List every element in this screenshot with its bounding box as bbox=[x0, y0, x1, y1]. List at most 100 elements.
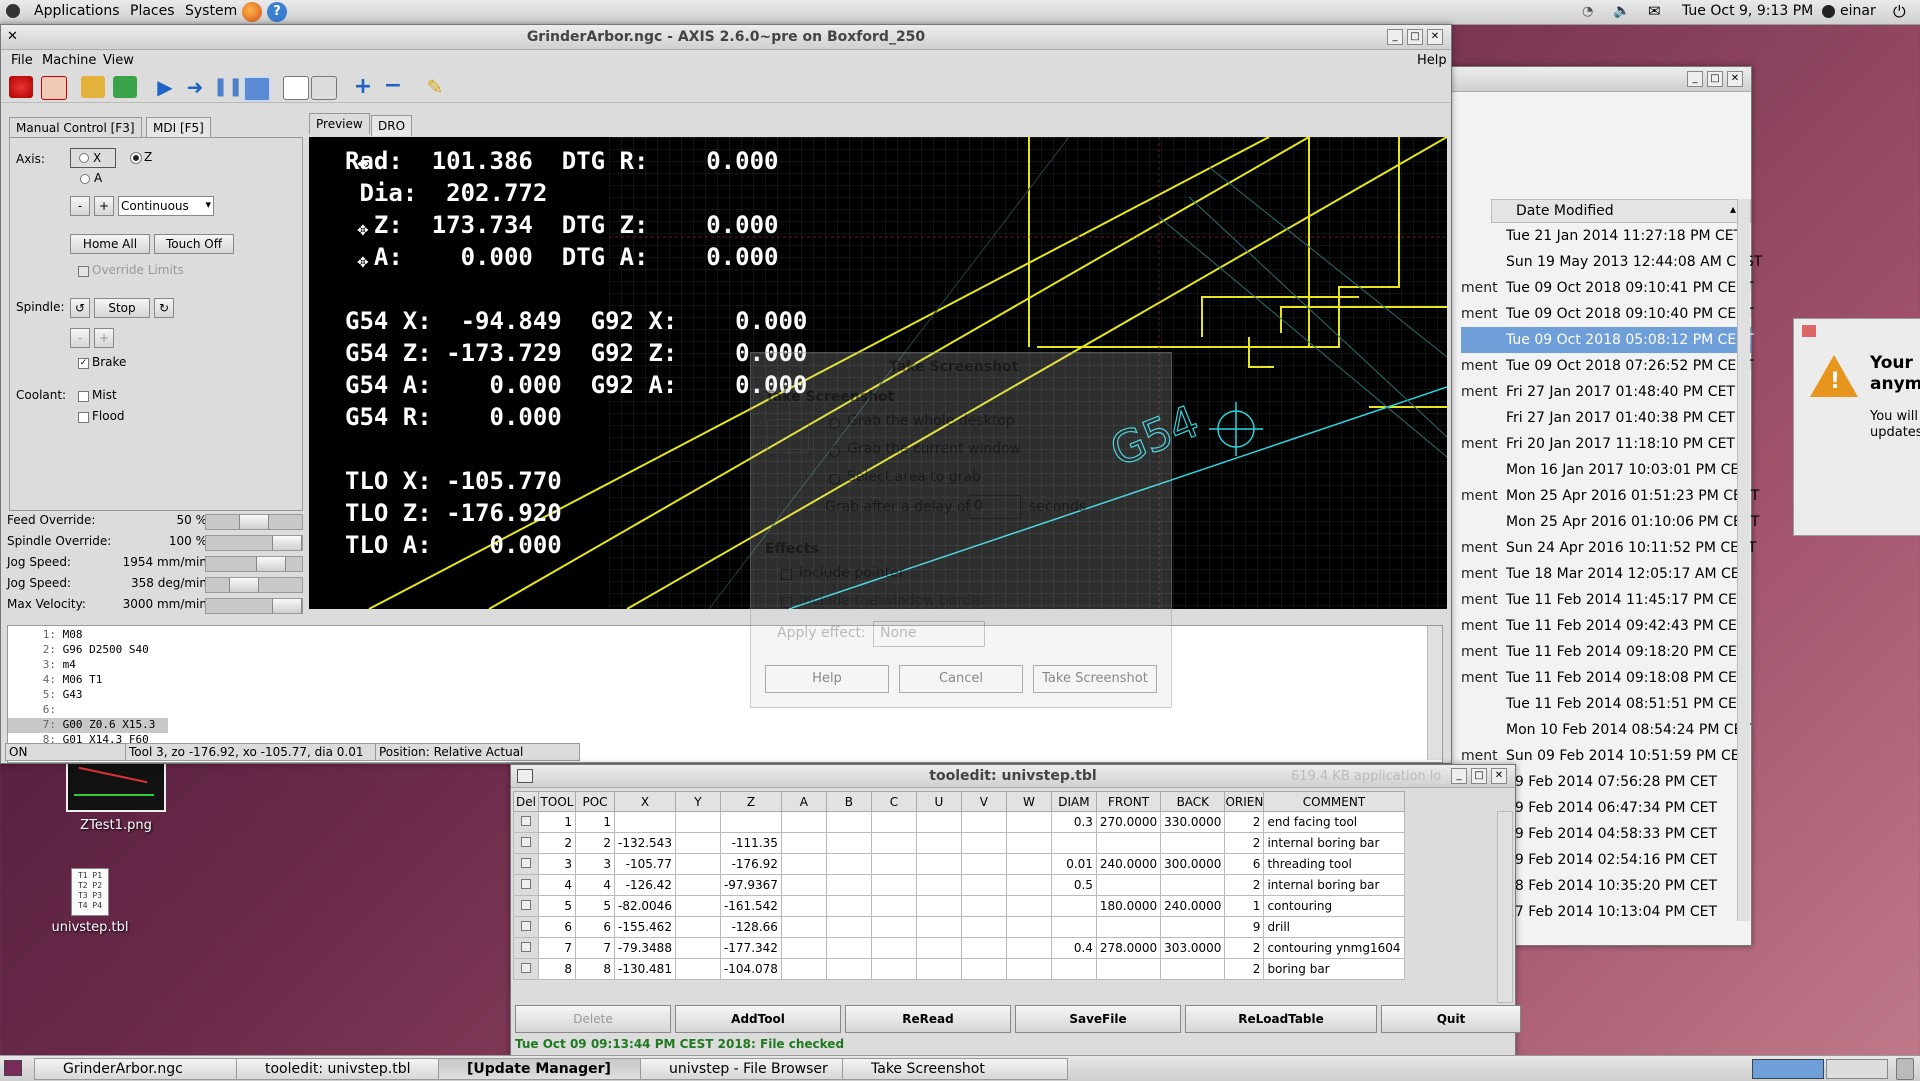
tool-cell[interactable]: -176.92 bbox=[719, 853, 782, 875]
tool-cell[interactable] bbox=[960, 832, 1007, 854]
clear-plot-icon[interactable]: ✎ bbox=[423, 76, 447, 98]
include-pointer-checkbox[interactable] bbox=[781, 569, 792, 580]
tool-cell[interactable]: 3 bbox=[575, 853, 615, 875]
axis-titlebar[interactable]: ✕ GrinderArbor.ngc - AXIS 2.6.0~pre on B… bbox=[1, 25, 1451, 50]
delete-button[interactable]: Delete bbox=[515, 1005, 671, 1033]
menu-applications[interactable]: Applications bbox=[34, 3, 120, 19]
tool-cell[interactable]: 9 bbox=[1224, 916, 1265, 938]
tool-cell[interactable] bbox=[1005, 937, 1052, 959]
slider-handle[interactable] bbox=[272, 536, 302, 550]
menu-system[interactable]: System bbox=[185, 3, 237, 19]
column-header[interactable]: Del bbox=[513, 791, 539, 812]
minimize-icon[interactable]: _ bbox=[1687, 71, 1703, 87]
column-header[interactable]: TOOL bbox=[538, 791, 576, 812]
clock[interactable]: Tue Oct 9, 9:13 PM bbox=[1682, 3, 1813, 19]
column-header[interactable]: POC bbox=[575, 791, 615, 812]
tool-cell[interactable]: 5 bbox=[538, 895, 576, 917]
tool-cell[interactable]: 0.01 bbox=[1050, 853, 1097, 875]
tool-cell[interactable]: 2 bbox=[538, 832, 576, 854]
tool-cell[interactable]: -111.35 bbox=[719, 832, 782, 854]
flood-checkbox[interactable] bbox=[78, 412, 89, 423]
jog-plus-button[interactable]: + bbox=[94, 196, 114, 216]
tool-cell[interactable] bbox=[870, 874, 917, 896]
tool-cell[interactable] bbox=[915, 937, 962, 959]
tool-cell[interactable]: 6 bbox=[538, 916, 576, 938]
menu-places[interactable]: Places bbox=[130, 3, 175, 19]
tool-cell[interactable]: -104.078 bbox=[719, 958, 782, 980]
tool-cell[interactable] bbox=[825, 958, 872, 980]
tool-cell[interactable]: 240.0000 bbox=[1095, 853, 1162, 875]
tool-cell[interactable]: end facing tool bbox=[1263, 811, 1405, 833]
workspace-switcher[interactable] bbox=[1752, 1059, 1824, 1079]
include-border-checkbox[interactable] bbox=[781, 597, 792, 608]
mail-icon[interactable]: ✉ bbox=[1648, 2, 1661, 20]
tab-preview[interactable]: Preview bbox=[309, 113, 370, 134]
tool-cell[interactable] bbox=[915, 916, 962, 938]
gcode-line[interactable]: 5: G43 bbox=[8, 688, 808, 703]
gnome-foot-icon[interactable] bbox=[6, 4, 20, 18]
tool-cell[interactable]: 2 bbox=[575, 832, 615, 854]
file-row[interactable]: Tue 09 Oct 2018 05:08:12 PM CEST bbox=[1461, 327, 1754, 353]
file-row[interactable]: ment Tue 18 Mar 2014 12:05:17 AM CET bbox=[1461, 561, 1751, 587]
tool-cell[interactable]: 240.0000 bbox=[1160, 895, 1226, 917]
tool-cell[interactable] bbox=[915, 853, 962, 875]
file-row[interactable]: Tue 21 Jan 2014 11:27:18 PM CET bbox=[1461, 223, 1751, 249]
tool-cell[interactable]: threading tool bbox=[1263, 853, 1405, 875]
tool-cell[interactable]: 303.0000 bbox=[1160, 937, 1226, 959]
file-row[interactable]: ment Tue 11 Feb 2014 09:42:43 PM CET bbox=[1461, 613, 1751, 639]
column-header[interactable]: FRONT bbox=[1095, 791, 1162, 812]
column-header[interactable]: Z bbox=[719, 791, 782, 812]
workspace-switcher-2[interactable] bbox=[1826, 1059, 1888, 1079]
radio-icon[interactable] bbox=[80, 174, 90, 184]
tool-cell[interactable]: 4 bbox=[575, 874, 615, 896]
radio-icon[interactable] bbox=[131, 153, 141, 163]
override-limits-checkbox[interactable] bbox=[78, 266, 89, 277]
tool-cell[interactable] bbox=[960, 811, 1007, 833]
tool-cell[interactable]: contouring bbox=[1263, 895, 1405, 917]
file-row[interactable]: Fri 27 Jan 2017 01:40:38 PM CET bbox=[1461, 405, 1751, 431]
file-row[interactable]: Mon 10 Feb 2014 08:54:24 PM CET bbox=[1461, 717, 1751, 743]
tool-cell[interactable] bbox=[780, 937, 827, 959]
close-icon[interactable]: ✕ bbox=[1427, 29, 1443, 45]
tool-cell[interactable]: 330.0000 bbox=[1160, 811, 1226, 833]
tool-cell[interactable] bbox=[674, 895, 721, 917]
estop-icon[interactable] bbox=[9, 76, 33, 98]
tool-cell[interactable]: 180.0000 bbox=[1095, 895, 1162, 917]
take-screenshot-button[interactable]: Take Screenshot bbox=[1033, 665, 1157, 693]
tool-cell[interactable]: 0.5 bbox=[1050, 874, 1097, 896]
tool-cell[interactable]: 1 bbox=[575, 811, 615, 833]
override-slider[interactable] bbox=[205, 556, 303, 572]
override-slider[interactable] bbox=[205, 577, 303, 593]
tool-cell[interactable]: -126.42 bbox=[614, 874, 676, 896]
network-icon[interactable]: ◔ bbox=[1582, 4, 1593, 19]
maximize-icon[interactable]: □ bbox=[1471, 768, 1487, 784]
gcode-line[interactable]: 4: M06 T1 bbox=[8, 673, 808, 688]
tool-cell[interactable] bbox=[1095, 832, 1162, 854]
tool-cell[interactable] bbox=[1005, 916, 1052, 938]
delete-checkbox[interactable] bbox=[513, 832, 539, 854]
column-header[interactable]: U bbox=[915, 791, 962, 812]
add-tool-button[interactable]: AddTool bbox=[675, 1005, 841, 1033]
tool-cell[interactable] bbox=[825, 853, 872, 875]
tab-dro[interactable]: DRO bbox=[371, 115, 413, 136]
tool-cell[interactable] bbox=[825, 874, 872, 896]
tooledit-titlebar[interactable]: tooledit: univstep.tbl 619.4 KB applicat… bbox=[511, 765, 1515, 788]
tool-cell[interactable]: 2 bbox=[1224, 832, 1265, 854]
tool-cell[interactable] bbox=[870, 895, 917, 917]
desktop-icon-univstep[interactable]: T1 P1 T2 P2 T3 P3 T4 P4 univstep.tbl bbox=[40, 868, 140, 935]
file-row[interactable]: Sun 19 May 2013 12:44:08 AM CEST bbox=[1461, 249, 1762, 275]
opt-current-window[interactable]: Grab the current window bbox=[847, 441, 1021, 457]
tool-cell[interactable]: boring bar bbox=[1263, 958, 1405, 980]
delete-checkbox[interactable] bbox=[513, 895, 539, 917]
gcode-line[interactable]: 1: M08 bbox=[8, 628, 808, 643]
touch-off-button[interactable]: Touch Off bbox=[154, 234, 234, 254]
tool-cell[interactable] bbox=[960, 916, 1007, 938]
tool-cell[interactable] bbox=[780, 895, 827, 917]
tool-cell[interactable]: 1 bbox=[1224, 895, 1265, 917]
column-header[interactable]: DIAM bbox=[1050, 791, 1097, 812]
maximize-icon[interactable]: □ bbox=[1407, 29, 1423, 45]
tool-cell[interactable]: 0.3 bbox=[1050, 811, 1097, 833]
tool-cell[interactable]: 6 bbox=[575, 916, 615, 938]
tool-cell[interactable] bbox=[825, 937, 872, 959]
tool-cell[interactable]: 0.4 bbox=[1050, 937, 1097, 959]
